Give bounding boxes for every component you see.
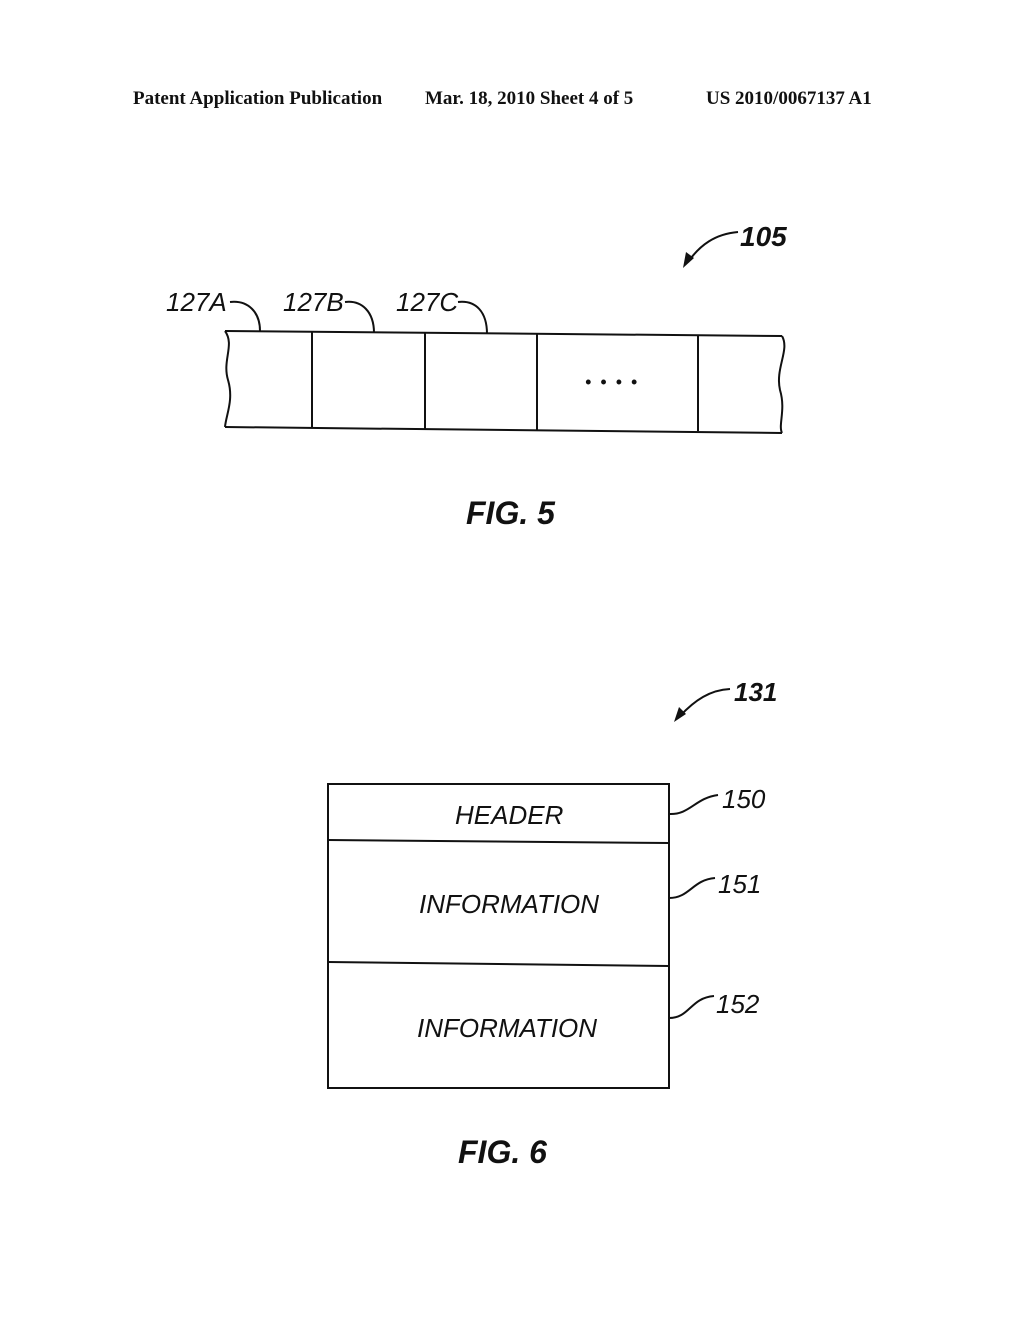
arrowhead-icon [683,252,694,268]
row-header-text: HEADER [455,800,563,830]
leader-127a [229,300,261,332]
fig6-ref-label: 131 [734,677,777,707]
row-information-text: INFORMATION [417,1013,597,1043]
fig6-caption: FIG. 6 [458,1134,547,1170]
row-divider [327,961,670,967]
ref-label-150: 150 [722,784,766,814]
cell-label-127c: 127C [396,287,458,317]
cell-label-127b: 127B [283,287,344,317]
leader-127b [344,300,375,334]
leader-150 [668,794,719,816]
cell-label-127a: 127A [166,287,227,317]
ref-label-152: 152 [716,989,760,1019]
fig6-ref-arrow-line [679,688,731,717]
figure-5: 105 127A 127B 127C • • • • FIG. 5 [166,221,787,531]
row-divider [327,839,670,844]
ref-label-151: 151 [718,869,761,899]
figures-canvas: 105 127A 127B 127C • • • • FIG. 5 131 HE… [166,221,787,1170]
strip-right-break [777,335,786,434]
leader-152 [668,995,715,1019]
strip-left-break [224,330,232,428]
arrowhead-icon [674,707,686,722]
leader-151 [668,877,716,899]
row-information-text: INFORMATION [419,889,599,919]
fig5-ref-arrow-line [687,231,739,263]
leader-127c [457,300,488,335]
ellipsis-dots: • • • • [585,372,639,392]
fig5-ref-label: 105 [740,221,787,252]
fig5-caption: FIG. 5 [466,495,556,531]
figure-6: 131 HEADER INFORMATION INFORMATION 150 1… [327,677,777,1170]
